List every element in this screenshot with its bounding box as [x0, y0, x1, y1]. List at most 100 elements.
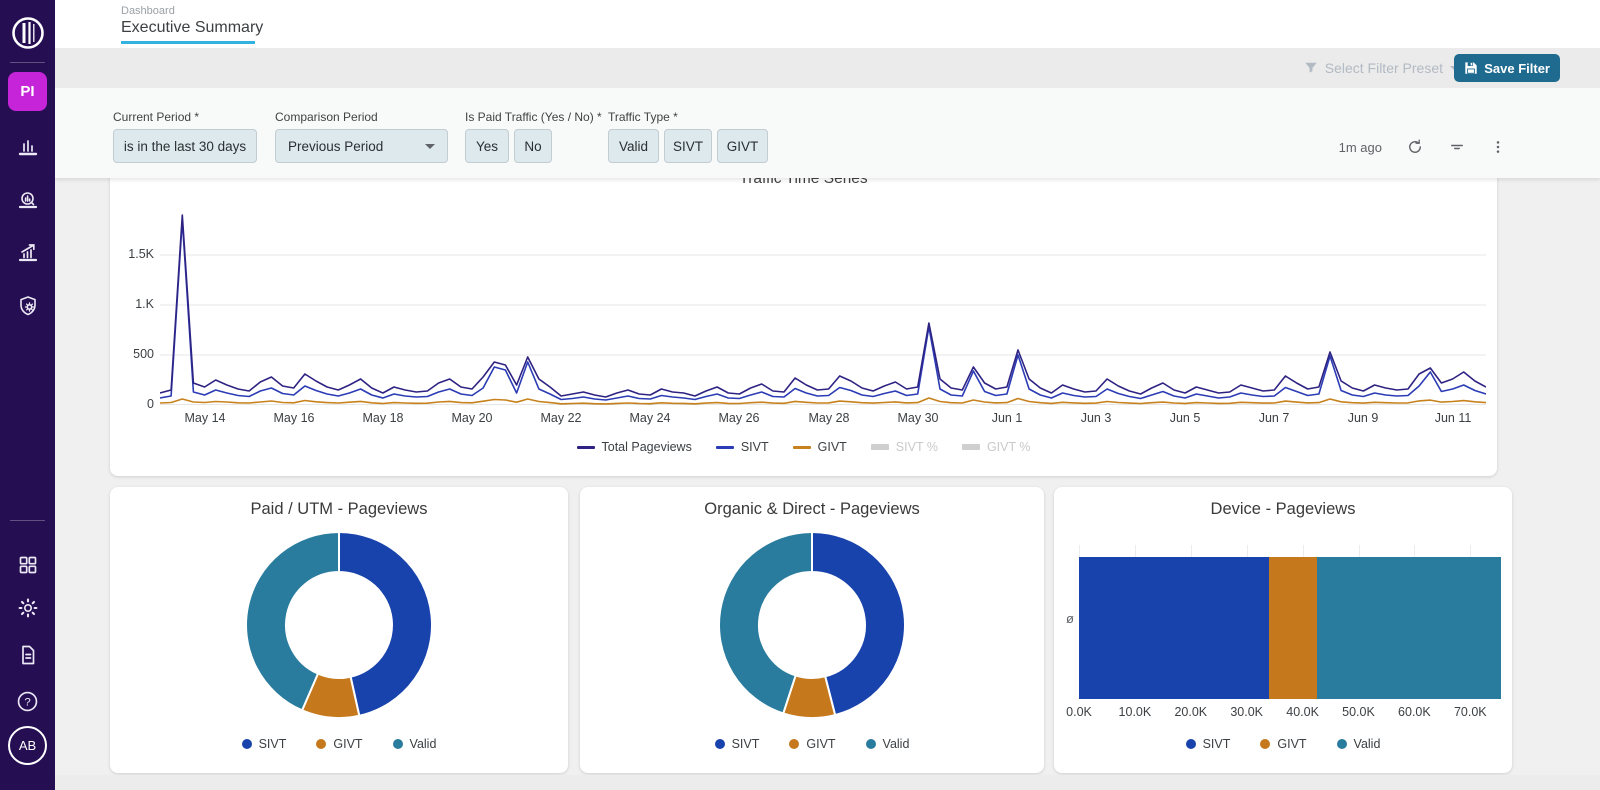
x-tick: 60.0K — [1392, 705, 1436, 719]
legend-label: Valid — [883, 737, 910, 751]
y-tick: 1.K — [110, 297, 154, 311]
legend-label: SIVT % — [896, 440, 938, 454]
refresh-icon[interactable] — [1406, 138, 1424, 156]
funnel-icon — [1304, 61, 1318, 75]
legend-item-givt[interactable]: GIVT — [316, 737, 362, 751]
legend-item-valid[interactable]: Valid — [393, 737, 437, 751]
document-icon — [16, 643, 40, 667]
sidebar-item-apps[interactable] — [0, 552, 55, 578]
x-tick: May 30 — [888, 411, 948, 425]
kebab-menu-icon[interactable] — [1490, 138, 1506, 156]
sidebar-item-help[interactable]: ? — [0, 688, 55, 714]
apps-grid-icon — [16, 553, 40, 577]
donut-chart[interactable] — [714, 527, 910, 723]
filter-lines-icon[interactable] — [1448, 138, 1466, 156]
legend-swatch — [871, 444, 889, 450]
stripes-circle-logo-icon — [10, 15, 46, 51]
y-tick: 0 — [110, 397, 154, 411]
legend-dot — [1337, 739, 1347, 749]
growth-chart-icon — [16, 241, 40, 265]
stacked-bar-plot[interactable] — [1079, 545, 1501, 699]
chart-legend: SIVT GIVT Valid — [110, 737, 568, 751]
title-underline — [121, 41, 255, 44]
bar-chart-icon — [16, 135, 40, 159]
legend-item-givt[interactable]: GIVT — [793, 440, 847, 454]
x-tick: May 26 — [709, 411, 769, 425]
save-filter-button[interactable]: Save Filter — [1454, 54, 1560, 82]
legend-label: GIVT — [806, 737, 835, 751]
comparison-period-value: Previous Period — [288, 139, 383, 154]
legend-item-sivt[interactable]: SIVT % — [871, 440, 938, 454]
sidebar-item-protection[interactable] — [0, 293, 55, 319]
legend-swatch — [577, 446, 595, 449]
x-tick: 50.0K — [1337, 705, 1381, 719]
chart-title: Device - Pageviews — [1054, 500, 1512, 519]
legend-dot — [1186, 739, 1196, 749]
x-tick: May 14 — [175, 411, 235, 425]
legend-item-givt[interactable]: GIVT — [1260, 737, 1306, 751]
select-filter-preset-dropdown[interactable]: Select Filter Preset — [1304, 48, 1460, 88]
shield-gear-icon — [16, 294, 40, 318]
x-tick: 20.0K — [1169, 705, 1213, 719]
traffic-type-givt-button[interactable]: GIVT — [717, 129, 768, 163]
legend-label: SIVT — [1203, 737, 1231, 751]
chart-title: Paid / UTM - Pageviews — [110, 500, 568, 519]
sidebar-item-search-analytics[interactable] — [0, 187, 55, 213]
traffic-type-valid-button[interactable]: Valid — [608, 129, 659, 163]
sidebar-item-docs[interactable] — [0, 642, 55, 668]
is-paid-no-button[interactable]: No — [514, 129, 552, 163]
refresh-meta: 1m ago — [1339, 138, 1506, 156]
legend-label: GIVT — [333, 737, 362, 751]
is-paid-yes-button[interactable]: Yes — [465, 129, 509, 163]
comparison-period-select[interactable]: Previous Period — [275, 129, 448, 163]
legend-label: SIVT — [741, 440, 769, 454]
traffic-type-sivt-button[interactable]: SIVT — [664, 129, 712, 163]
legend-item-valid[interactable]: Valid — [1337, 737, 1381, 751]
x-tick: May 20 — [442, 411, 502, 425]
legend-item-totalpageviews[interactable]: Total Pageviews — [577, 440, 692, 454]
x-tick: May 24 — [620, 411, 680, 425]
legend-label: Valid — [1354, 737, 1381, 751]
legend-dot — [393, 739, 403, 749]
legend-item-givt[interactable]: GIVT % — [962, 440, 1031, 454]
legend-item-sivt[interactable]: SIVT — [242, 737, 287, 751]
bar-segment-givt[interactable] — [1269, 557, 1317, 699]
time-series-plot[interactable] — [160, 195, 1486, 405]
legend-label: Valid — [410, 737, 437, 751]
donut-chart[interactable] — [241, 527, 437, 723]
legend-item-givt[interactable]: GIVT — [789, 737, 835, 751]
avatar[interactable]: AB — [8, 726, 47, 765]
x-tick: 40.0K — [1281, 705, 1325, 719]
sidebar-divider-bottom — [10, 520, 45, 521]
legend-label: SIVT — [732, 737, 760, 751]
x-tick: May 22 — [531, 411, 591, 425]
legend-item-sivt[interactable]: SIVT — [715, 737, 760, 751]
page-title: Executive Summary — [121, 19, 263, 37]
bar-segment-sivt[interactable] — [1079, 557, 1269, 699]
x-tick: Jun 9 — [1333, 411, 1393, 425]
chart-legend: Total Pageviews SIVT GIVT SIVT % GIVT % — [110, 440, 1497, 454]
bottom-strip — [55, 775, 1600, 790]
series-total-pageviews — [160, 215, 1486, 397]
legend-item-valid[interactable]: Valid — [866, 737, 910, 751]
x-tick: Jun 5 — [1155, 411, 1215, 425]
legend-item-sivt[interactable]: SIVT — [1186, 737, 1231, 751]
workspace-pi-button[interactable]: PI — [8, 72, 47, 111]
app-logo[interactable] — [0, 14, 55, 52]
current-period-input[interactable]: is in the last 30 days — [113, 129, 257, 163]
select-filter-preset-label: Select Filter Preset — [1325, 60, 1443, 76]
x-axis-ticks: May 14May 16May 18May 20May 22May 24May … — [160, 411, 1486, 427]
y-axis-ticks: 05001.K1.5K — [110, 195, 154, 405]
sidebar-item-growth-report[interactable] — [0, 240, 55, 266]
chevron-down-icon — [425, 144, 435, 149]
traffic-time-series-card: Traffic Time Series 05001.K1.5K May 14Ma… — [110, 168, 1497, 476]
filter-preset-bar: Select Filter Preset Save Filter — [55, 48, 1600, 88]
bar-segment-valid[interactable] — [1317, 557, 1502, 699]
sidebar-item-settings[interactable] — [0, 595, 55, 621]
legend-dot — [715, 739, 725, 749]
help-icon: ? — [15, 689, 40, 714]
sidebar-item-bar-chart[interactable] — [0, 134, 55, 160]
svg-text:?: ? — [24, 696, 30, 708]
legend-label: GIVT — [818, 440, 847, 454]
legend-item-sivt[interactable]: SIVT — [716, 440, 769, 454]
